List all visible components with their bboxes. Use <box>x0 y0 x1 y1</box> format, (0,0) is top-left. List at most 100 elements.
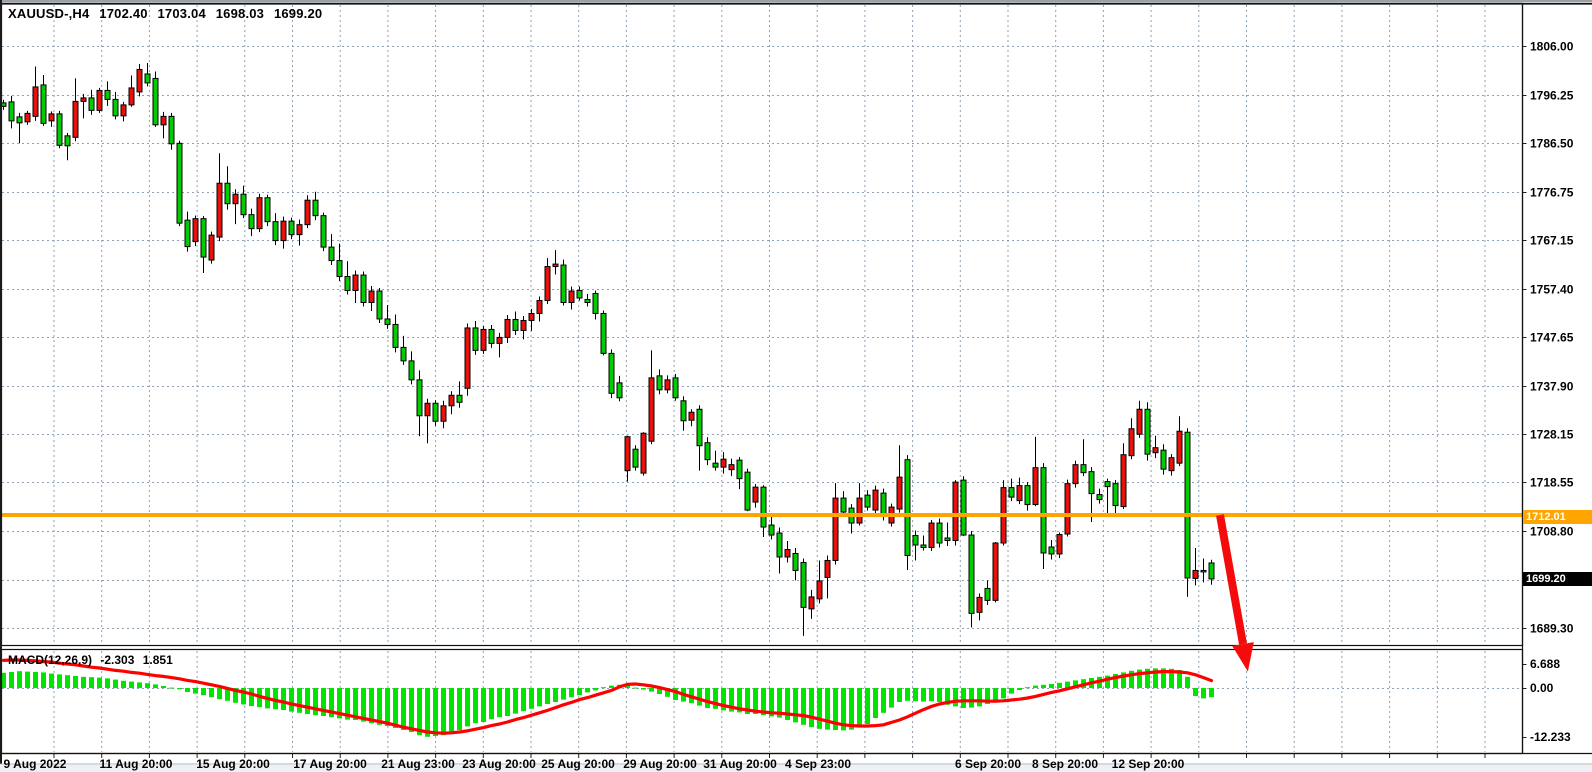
candle-bullish <box>809 597 814 609</box>
candle-bearish <box>1025 486 1030 505</box>
trend-arrow-head[interactable] <box>1232 642 1254 672</box>
price-axis-label[interactable]: 1796.25 <box>1530 89 1574 103</box>
macd-histogram-bar <box>1201 688 1206 698</box>
macd-histogram-bar <box>121 681 126 688</box>
time-axis-label[interactable]: 29 Aug 20:00 <box>623 757 697 771</box>
macd-histogram-bar <box>929 688 934 701</box>
time-axis-label[interactable]: 21 Aug 23:00 <box>381 757 455 771</box>
macd-histogram-bar <box>953 688 958 706</box>
low-value: 1698.03 <box>216 6 264 21</box>
macd-histogram-bar <box>297 688 302 713</box>
price-axis-label[interactable]: 1776.75 <box>1530 186 1574 200</box>
macd-histogram-bar <box>313 688 318 715</box>
price-chart-canvas[interactable]: 1806.00 1796.25 1786.50 1776.75 1767.15 1757.… <box>0 0 1592 772</box>
candle-bearish <box>1041 468 1046 553</box>
candle-bullish <box>833 498 838 560</box>
macd-histogram-bar <box>385 688 390 726</box>
macd-histogram-bar <box>809 688 814 727</box>
macd-histogram-bar <box>961 688 966 708</box>
time-axis-label[interactable]: 23 Aug 20:00 <box>462 757 536 771</box>
macd-histogram-bar <box>145 683 150 688</box>
candle-bearish <box>961 480 966 535</box>
macd-histogram-bar <box>65 675 70 688</box>
macd-histogram-bar <box>705 688 710 708</box>
macd-histogram-bar <box>561 688 566 700</box>
candle-bullish <box>993 543 998 600</box>
macd-histogram-bar <box>1041 685 1046 688</box>
macd-histogram-bar <box>289 688 294 712</box>
macd-histogram-bar <box>817 688 822 729</box>
chart-left-border <box>0 0 2 764</box>
candle-bearish <box>361 275 366 302</box>
macd-histogram-bar <box>217 688 222 699</box>
price-axis-label[interactable]: 1718.55 <box>1530 476 1574 490</box>
candle-bearish <box>633 449 638 467</box>
time-axis-label[interactable]: 25 Aug 20:00 <box>541 757 615 771</box>
current-price-tag: 1699.20 <box>1523 572 1592 586</box>
candle-bearish <box>409 361 414 380</box>
macd-histogram-bar <box>1025 687 1030 688</box>
high-value: 1703.04 <box>158 6 206 21</box>
candle-bearish <box>1161 450 1166 469</box>
price-axis-label[interactable]: 1737.90 <box>1530 380 1574 394</box>
price-axis-label[interactable]: 1747.65 <box>1530 331 1574 345</box>
macd-histogram-bar <box>849 688 854 730</box>
price-axis-label[interactable]: 1767.15 <box>1530 234 1574 248</box>
candle-bearish <box>905 460 910 556</box>
macd-histogram-bar <box>177 688 182 689</box>
candle-bearish <box>57 114 62 145</box>
price-axis-label[interactable]: 1757.40 <box>1530 283 1574 297</box>
candle-bullish <box>1137 409 1142 434</box>
candle-bullish <box>305 200 310 224</box>
candle-bullish <box>545 267 550 301</box>
candle-bearish <box>713 463 718 467</box>
candle-bearish <box>313 200 318 215</box>
horizontal-line-price-tag[interactable]: 1712.01 <box>1523 510 1592 524</box>
time-axis-label[interactable]: 31 Aug 20:00 <box>703 757 777 771</box>
candle-bullish <box>25 113 30 121</box>
macd-histogram-bar <box>73 676 78 688</box>
price-axis-label[interactable]: 1708.80 <box>1530 525 1574 539</box>
candle-bullish <box>929 523 934 547</box>
candle-bearish <box>1089 472 1094 494</box>
candle-bullish <box>1121 455 1126 507</box>
candle-bearish <box>769 525 774 535</box>
time-axis-label[interactable]: 6 Sep 20:00 <box>955 757 1021 771</box>
macd-histogram-bar <box>977 688 982 706</box>
time-axis-label[interactable]: 4 Sep 23:00 <box>785 757 851 771</box>
macd-histogram-bar <box>1193 688 1198 696</box>
candle-bearish <box>577 291 582 298</box>
macd-histogram-bar <box>793 688 798 722</box>
macd-histogram-bar <box>457 688 462 730</box>
candle-bearish <box>473 328 478 350</box>
candle-bearish <box>345 277 350 291</box>
candle-bearish <box>609 353 614 393</box>
candle-bullish <box>73 101 78 137</box>
price-axis-label[interactable]: 1786.50 <box>1530 137 1574 151</box>
macd-histogram-bar <box>521 688 526 711</box>
candle-bearish <box>841 498 846 512</box>
price-axis-label[interactable]: 1689.30 <box>1530 622 1574 636</box>
candle-bullish <box>689 412 694 420</box>
macd-name-label: MACD(12,26,9) <box>8 653 92 667</box>
trend-arrow-shaft[interactable] <box>1220 515 1243 644</box>
candle-bearish <box>169 116 174 143</box>
candle-bullish <box>641 433 646 473</box>
macd-signal-value: 1.851 <box>143 653 173 667</box>
time-axis-label[interactable]: 11 Aug 20:00 <box>100 757 173 771</box>
time-axis-label[interactable]: 9 Aug 2022 <box>4 757 67 771</box>
macd-histogram-bar <box>1057 683 1062 688</box>
macd-histogram-bar <box>1049 684 1054 688</box>
candle-bearish <box>385 319 390 324</box>
price-axis-label[interactable]: 1728.15 <box>1530 428 1574 442</box>
price-axis-label[interactable]: 1806.00 <box>1530 40 1574 54</box>
time-axis-label[interactable]: 8 Sep 20:00 <box>1032 757 1098 771</box>
macd-histogram-bar <box>417 688 422 735</box>
macd-histogram-bar <box>185 688 190 692</box>
time-axis-label[interactable]: 12 Sep 20:00 <box>1112 757 1185 771</box>
time-axis-label[interactable]: 15 Aug 20:00 <box>196 757 270 771</box>
candle-bullish <box>353 275 358 290</box>
candle-bearish <box>1209 563 1214 579</box>
time-axis-label[interactable]: 17 Aug 20:00 <box>293 757 367 771</box>
candle-bullish <box>729 465 734 470</box>
